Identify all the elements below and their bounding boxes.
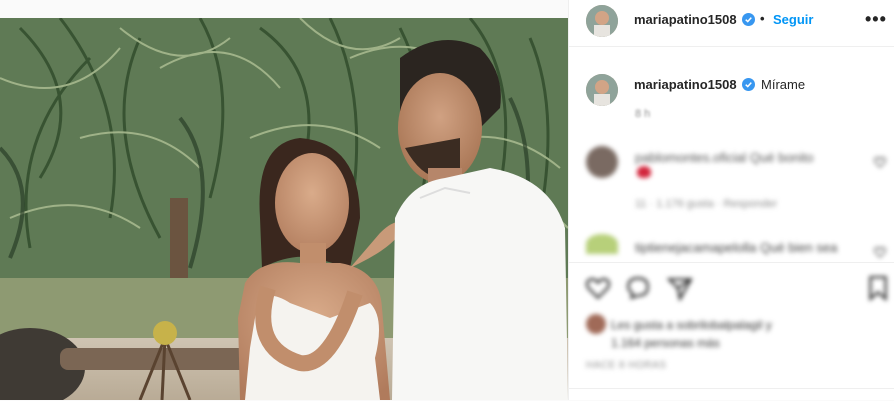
comment-icon[interactable] xyxy=(625,275,651,301)
avatar-image xyxy=(586,74,618,106)
post-header: mariapatino1508 • Seguir ••• xyxy=(569,0,894,47)
caption-time[interactable]: 8 h xyxy=(635,108,650,120)
verified-badge-icon xyxy=(742,13,755,26)
comment-heart-icon[interactable] xyxy=(874,156,886,168)
likes-line-2[interactable]: 1.164 personas más xyxy=(611,336,720,350)
author-avatar[interactable] xyxy=(586,5,618,37)
action-bar xyxy=(569,262,894,313)
comment-heart-icon[interactable] xyxy=(874,246,886,258)
avatar-image xyxy=(586,5,618,37)
caption-text: Mírame xyxy=(761,77,806,92)
comment-text: tiptienejacamapelolla Qué bien sea xyxy=(635,240,838,255)
comment-avatar[interactable] xyxy=(586,146,618,178)
post-date[interactable]: HACE 8 HORAS xyxy=(586,360,666,371)
post-photo[interactable] xyxy=(0,0,568,400)
bookmark-icon[interactable] xyxy=(865,275,891,301)
red-heart-emoji xyxy=(637,166,651,178)
comment-avatar[interactable] xyxy=(586,234,618,254)
photo-top-gap xyxy=(0,0,568,18)
verified-badge-icon xyxy=(742,78,755,91)
comment-text: pablomontes.oficial Qué bonito xyxy=(635,150,814,165)
follow-button[interactable]: Seguir xyxy=(773,12,813,27)
post-side-panel: mariapatino1508 • Seguir ••• mariapatino… xyxy=(568,0,894,400)
caption-username[interactable]: mariapatino1508 xyxy=(634,77,737,92)
caption-avatar[interactable] xyxy=(586,74,618,106)
post-image xyxy=(0,18,568,400)
heart-icon[interactable] xyxy=(585,275,611,301)
likers-avatar[interactable] xyxy=(586,314,606,334)
more-options-icon[interactable]: ••• xyxy=(865,9,887,30)
share-icon[interactable] xyxy=(667,275,693,301)
author-username[interactable]: mariapatino1508 xyxy=(634,12,737,27)
likes-line-1[interactable]: Les gusta a sobrilobalpalagil y xyxy=(611,318,772,332)
header-separator: • xyxy=(760,11,765,26)
comment-meta[interactable]: 11 · 1.176 gusta · Responder xyxy=(635,198,777,210)
add-comment-bar[interactable] xyxy=(569,388,894,401)
